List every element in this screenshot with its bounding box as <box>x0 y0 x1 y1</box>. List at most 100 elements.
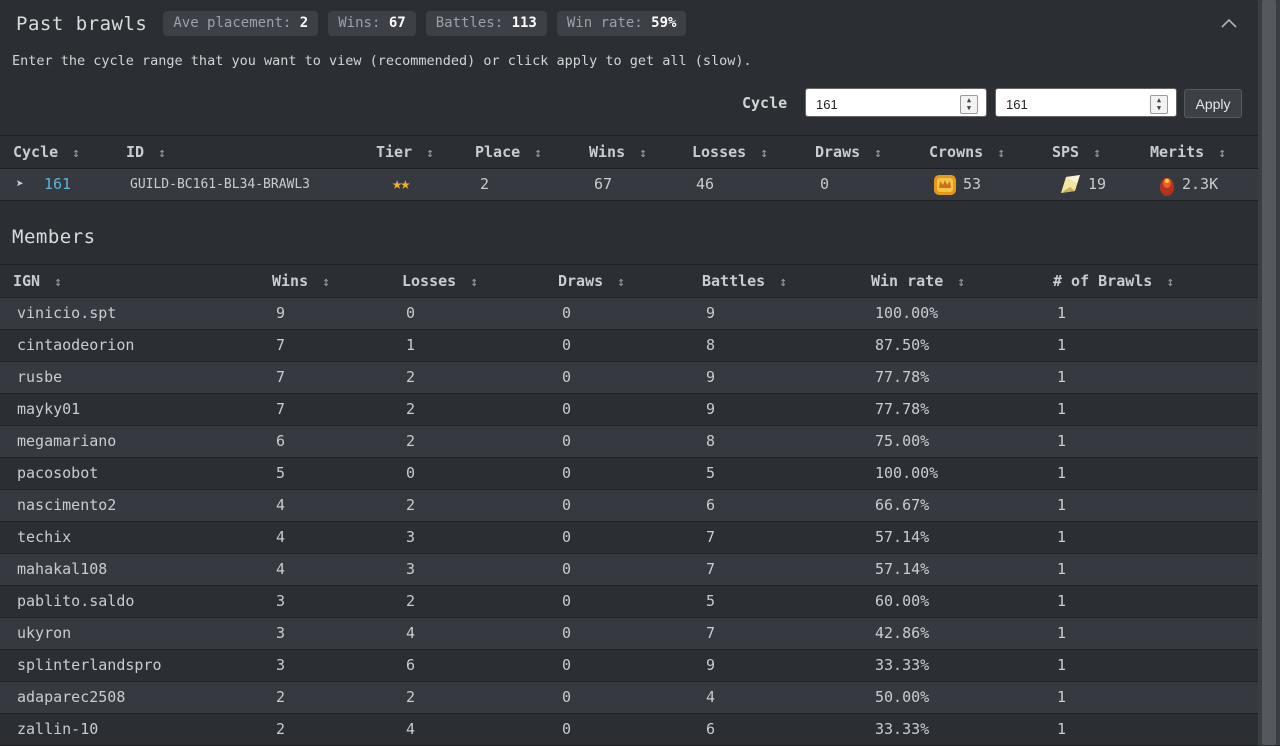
member-ign: pablito.saldo <box>17 592 135 610</box>
member-brawls: 1 <box>1057 560 1067 578</box>
sort-icon[interactable]: ↕ <box>779 275 787 290</box>
col-id[interactable]: ID ↕ <box>126 136 166 168</box>
sort-icon[interactable]: ↕ <box>54 275 62 290</box>
member-losses: 0 <box>406 304 416 322</box>
col-crowns[interactable]: Crowns ↕ <box>929 136 1005 168</box>
member-wins: 4 <box>276 496 286 514</box>
sort-icon[interactable]: ↕ <box>1166 275 1174 290</box>
badge-battles: Battles: 113 <box>425 11 547 36</box>
member-win-rate: 87.50% <box>875 336 930 354</box>
member-row: nascimento2 4 2 0 6 66.67% 1 <box>0 490 1258 522</box>
stepper-icon[interactable]: ▲ ▼ <box>960 95 978 114</box>
apply-button[interactable]: Apply <box>1184 89 1242 118</box>
chevron-up-icon[interactable] <box>1218 14 1240 36</box>
sort-icon[interactable]: ↕ <box>158 146 166 161</box>
member-wins: 4 <box>276 560 286 578</box>
cycle-range-hint: Enter the cycle range that you want to v… <box>12 53 752 69</box>
member-brawls: 1 <box>1057 624 1067 642</box>
sort-icon[interactable]: ↕ <box>997 146 1005 161</box>
col-member-wins[interactable]: Wins ↕ <box>272 265 330 297</box>
sort-icon[interactable]: ↕ <box>1093 146 1101 161</box>
col-ign[interactable]: IGN ↕ <box>13 265 62 297</box>
member-brawls: 1 <box>1057 432 1067 450</box>
cycle-from-input[interactable] <box>814 93 958 115</box>
member-wins: 7 <box>276 368 286 386</box>
member-win-rate: 42.86% <box>875 624 930 642</box>
sort-icon[interactable]: ↕ <box>534 146 542 161</box>
member-ign: megamariano <box>17 432 117 450</box>
member-battles: 4 <box>706 688 716 706</box>
sort-icon[interactable]: ↕ <box>957 275 965 290</box>
section-divider <box>0 200 1258 201</box>
col-cycle[interactable]: Cycle ↕ <box>13 136 80 168</box>
member-brawls: 1 <box>1057 400 1067 418</box>
member-draws: 0 <box>562 400 572 418</box>
member-battles: 8 <box>706 336 716 354</box>
member-row: rusbe 7 2 0 9 77.78% 1 <box>0 362 1258 394</box>
member-battles: 7 <box>706 560 716 578</box>
col-member-battles[interactable]: Battles ↕ <box>702 265 787 297</box>
member-losses: 1 <box>406 336 416 354</box>
member-brawls: 1 <box>1057 464 1067 482</box>
col-wins[interactable]: Wins ↕ <box>589 136 647 168</box>
col-member-brawls[interactable]: # of Brawls ↕ <box>1053 265 1174 297</box>
member-battles: 6 <box>706 720 716 738</box>
col-losses[interactable]: Losses ↕ <box>692 136 768 168</box>
cycle-to-input[interactable] <box>1004 93 1148 115</box>
col-member-losses[interactable]: Losses ↕ <box>402 265 478 297</box>
sort-icon[interactable]: ↕ <box>426 146 434 161</box>
member-losses: 2 <box>406 688 416 706</box>
sort-icon[interactable]: ↕ <box>470 275 478 290</box>
col-draws[interactable]: Draws ↕ <box>815 136 882 168</box>
sort-icon[interactable]: ↕ <box>617 275 625 290</box>
cycle-from-field[interactable]: ▲▼ <box>805 88 987 117</box>
member-losses: 2 <box>406 592 416 610</box>
member-win-rate: 57.14% <box>875 528 930 546</box>
member-draws: 0 <box>562 592 572 610</box>
member-row: cintaodeorion 7 1 0 8 87.50% 1 <box>0 330 1258 362</box>
member-battles: 8 <box>706 432 716 450</box>
sort-icon[interactable]: ↕ <box>874 146 882 161</box>
member-wins: 3 <box>276 656 286 674</box>
scrollbar-thumb[interactable] <box>1262 0 1276 745</box>
member-wins: 2 <box>276 688 286 706</box>
brawl-row[interactable]: ➤ 161 GUILD-BC161-BL34-BRAWL3 ★★ 2 67 46… <box>0 169 1258 201</box>
col-place[interactable]: Place ↕ <box>475 136 542 168</box>
sort-icon[interactable]: ↕ <box>322 275 330 290</box>
member-ign: vinicio.spt <box>17 304 117 322</box>
member-draws: 0 <box>562 336 572 354</box>
member-draws: 0 <box>562 464 572 482</box>
sort-icon[interactable]: ↕ <box>639 146 647 161</box>
sort-icon[interactable]: ↕ <box>72 146 80 161</box>
sort-icon[interactable]: ↕ <box>1218 146 1226 161</box>
member-losses: 2 <box>406 400 416 418</box>
member-win-rate: 100.00% <box>875 304 939 322</box>
expand-arrow-icon[interactable]: ➤ <box>16 169 24 200</box>
member-ign: nascimento2 <box>17 496 117 514</box>
col-member-draws[interactable]: Draws ↕ <box>558 265 625 297</box>
col-merits[interactable]: Merits ↕ <box>1150 136 1226 168</box>
member-brawls: 1 <box>1057 304 1067 322</box>
member-wins: 3 <box>276 592 286 610</box>
panel-title: Past brawls <box>16 12 148 35</box>
member-row: ukyron 3 4 0 7 42.86% 1 <box>0 618 1258 650</box>
member-win-rate: 57.14% <box>875 560 930 578</box>
cycle-filter: Cycle ▲▼ ▲▼ Apply <box>0 88 1258 120</box>
member-row: pacosobot 5 0 0 5 100.00% 1 <box>0 458 1258 490</box>
stepper-icon[interactable]: ▲ ▼ <box>1150 95 1168 114</box>
col-tier[interactable]: Tier ↕ <box>376 136 434 168</box>
member-win-rate: 100.00% <box>875 464 939 482</box>
member-brawls: 1 <box>1057 720 1067 738</box>
col-sps[interactable]: SPS ↕ <box>1052 136 1101 168</box>
cycle-to-field[interactable]: ▲▼ <box>995 88 1177 117</box>
cycle-link[interactable]: 161 <box>44 169 71 200</box>
sort-icon[interactable]: ↕ <box>760 146 768 161</box>
member-win-rate: 66.67% <box>875 496 930 514</box>
col-member-win-rate[interactable]: Win rate ↕ <box>871 265 965 297</box>
member-losses: 2 <box>406 496 416 514</box>
member-brawls: 1 <box>1057 528 1067 546</box>
members-table-body: vinicio.spt 9 0 0 9 100.00% 1 cintaodeorion 7 1 0 8… <box>0 298 1258 746</box>
member-win-rate: 75.00% <box>875 432 930 450</box>
member-ign: adaparec2508 <box>17 688 126 706</box>
member-draws: 0 <box>562 528 572 546</box>
